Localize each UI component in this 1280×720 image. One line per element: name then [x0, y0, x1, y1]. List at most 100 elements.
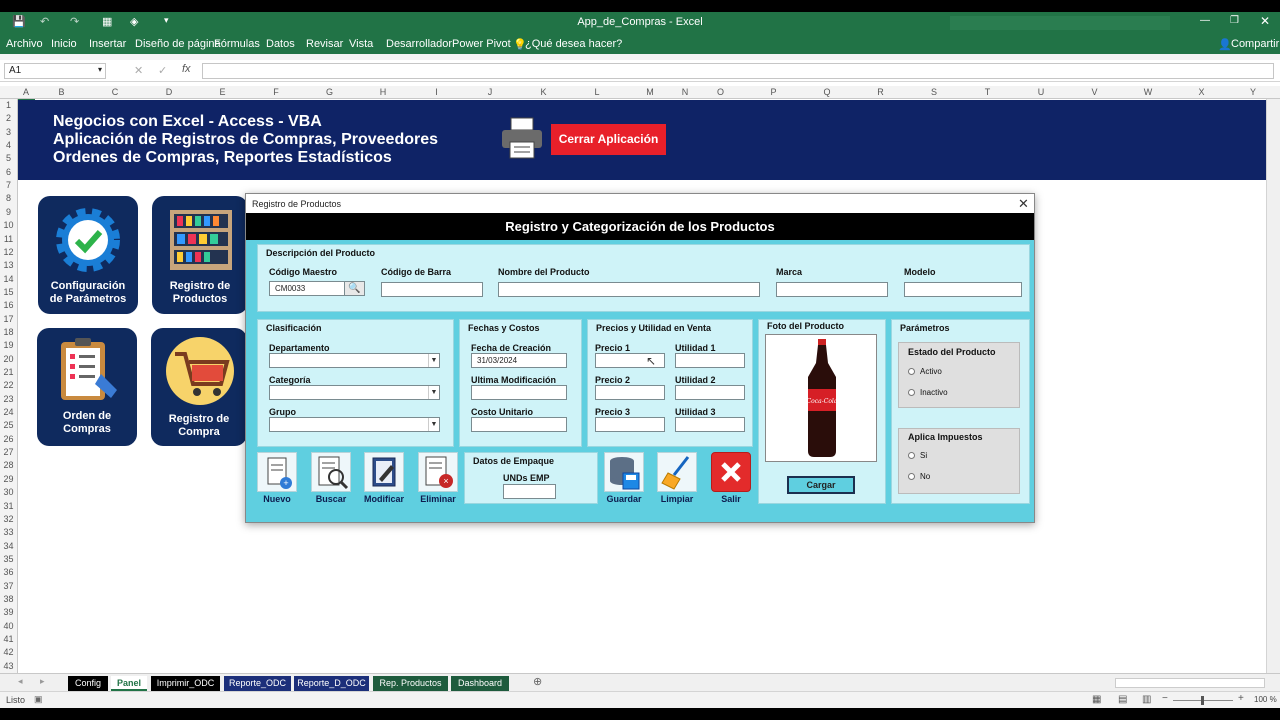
zoom-out-icon[interactable]: −: [1162, 693, 1168, 704]
row-header[interactable]: 21: [0, 367, 17, 377]
insert-function-icon[interactable]: fx: [182, 63, 191, 75]
row-header[interactable]: 20: [0, 354, 17, 364]
column-header[interactable]: C: [88, 87, 142, 97]
column-header[interactable]: H: [356, 87, 410, 97]
tab-desarrollador[interactable]: Desarrollador: [386, 38, 452, 50]
row-header[interactable]: 35: [0, 554, 17, 564]
column-header[interactable]: D: [142, 87, 196, 97]
precio-2-input[interactable]: [595, 385, 665, 400]
row-header[interactable]: 27: [0, 447, 17, 457]
formula-input[interactable]: [202, 63, 1274, 79]
normal-view-icon[interactable]: ▦: [1092, 694, 1101, 705]
column-header[interactable]: W: [1121, 87, 1175, 97]
row-header[interactable]: 1: [0, 100, 17, 110]
fecha-creacion-input[interactable]: 31/03/2024: [471, 353, 567, 368]
column-header[interactable]: Q: [800, 87, 854, 97]
row-header[interactable]: 4: [0, 140, 17, 150]
tab-revisar[interactable]: Revisar: [306, 38, 343, 50]
si-radio[interactable]: Si: [908, 451, 927, 460]
row-header[interactable]: 38: [0, 594, 17, 604]
column-header[interactable]: K: [517, 87, 570, 97]
sheet-tab-rep-productos[interactable]: Rep. Productos: [373, 676, 448, 691]
row-header[interactable]: 22: [0, 380, 17, 390]
chevron-down-icon[interactable]: ▾: [98, 65, 102, 74]
row-header[interactable]: 26: [0, 434, 17, 444]
row-header[interactable]: 23: [0, 394, 17, 404]
row-header[interactable]: 3: [0, 127, 17, 137]
sheet-tab-imprimir-odc[interactable]: Imprimir_ODC: [151, 676, 220, 691]
tab-power-pivot[interactable]: Power Pivot: [452, 38, 511, 50]
sheet-tab-config[interactable]: Config: [68, 676, 108, 691]
sheet-tab-dashboard[interactable]: Dashboard: [451, 676, 509, 691]
row-header[interactable]: 5: [0, 153, 17, 163]
vertical-scrollbar[interactable]: [1266, 99, 1280, 673]
unds-emp-input[interactable]: [503, 484, 556, 499]
column-header[interactable]: M: [624, 87, 676, 97]
utilidad-2-input[interactable]: [675, 385, 745, 400]
nuevo-button[interactable]: + Nuevo: [255, 452, 299, 507]
column-header[interactable]: Y: [1228, 87, 1278, 97]
buscar-button[interactable]: Buscar: [309, 452, 353, 507]
row-header[interactable]: 14: [0, 274, 17, 284]
tab-datos[interactable]: Datos: [266, 38, 295, 50]
guardar-button[interactable]: Guardar: [602, 452, 646, 507]
column-header[interactable]: X: [1175, 87, 1228, 97]
minimize-icon[interactable]: —: [1200, 15, 1210, 26]
tab-insertar[interactable]: Insertar: [89, 38, 126, 50]
row-header[interactable]: 33: [0, 527, 17, 537]
precio-3-input[interactable]: [595, 417, 665, 432]
column-header[interactable]: I: [410, 87, 463, 97]
printer-icon[interactable]: [500, 116, 544, 160]
column-header[interactable]: R: [854, 87, 907, 97]
utilidad-1-input[interactable]: [675, 353, 745, 368]
column-header[interactable]: O: [694, 87, 747, 97]
row-header[interactable]: 16: [0, 300, 17, 310]
sheet-tab-panel[interactable]: Panel: [111, 676, 147, 691]
tell-me-search[interactable]: ¿Qué desea hacer?: [525, 38, 622, 50]
row-header[interactable]: 6: [0, 167, 17, 177]
chevron-down-icon[interactable]: ▼: [428, 386, 439, 399]
row-header[interactable]: 36: [0, 567, 17, 577]
macro-record-icon[interactable]: ▣: [34, 694, 43, 705]
sheet-tab-reporte-odc[interactable]: Reporte_ODC: [224, 676, 291, 691]
column-header[interactable]: J: [463, 87, 517, 97]
limpiar-button[interactable]: Limpiar: [655, 452, 699, 507]
categoria-select[interactable]: ▼: [269, 385, 440, 400]
share-button[interactable]: Compartir: [1231, 38, 1279, 50]
add-sheet-icon[interactable]: ⊕: [533, 675, 542, 688]
chevron-down-icon[interactable]: ▼: [428, 418, 439, 431]
row-header[interactable]: 41: [0, 634, 17, 644]
inactivo-radio[interactable]: Inactivo: [908, 388, 948, 397]
codigo-barra-input[interactable]: [381, 282, 483, 297]
column-header[interactable]: B: [35, 87, 88, 97]
page-layout-icon[interactable]: ▤: [1118, 694, 1127, 705]
orden-compras-button[interactable]: Orden de Compras: [37, 328, 137, 446]
row-header[interactable]: 2: [0, 113, 17, 123]
zoom-in-icon[interactable]: +: [1238, 693, 1244, 704]
row-header[interactable]: 34: [0, 541, 17, 551]
row-header[interactable]: 30: [0, 487, 17, 497]
nombre-producto-input[interactable]: [498, 282, 760, 297]
utilidad-3-input[interactable]: [675, 417, 745, 432]
chevron-down-icon[interactable]: ▼: [428, 354, 439, 367]
restore-icon[interactable]: ❐: [1230, 15, 1239, 26]
column-header[interactable]: S: [907, 87, 961, 97]
scroll-right-icon[interactable]: ▸: [40, 676, 45, 687]
row-header[interactable]: 39: [0, 607, 17, 617]
tab-inicio[interactable]: Inicio: [51, 38, 77, 50]
column-header[interactable]: G: [303, 87, 356, 97]
row-header[interactable]: 43: [0, 661, 17, 671]
scroll-left-icon[interactable]: ◂: [18, 676, 23, 687]
row-header[interactable]: 42: [0, 647, 17, 657]
costo-unitario-input[interactable]: [471, 417, 567, 432]
row-header[interactable]: 9: [0, 207, 17, 217]
tab-diseno-pagina[interactable]: Diseño de página: [135, 38, 221, 50]
page-break-icon[interactable]: ▥: [1142, 694, 1151, 705]
marca-input[interactable]: [776, 282, 888, 297]
column-header[interactable]: E: [196, 87, 249, 97]
row-header[interactable]: 13: [0, 260, 17, 270]
column-header[interactable]: A: [18, 87, 34, 97]
close-app-button[interactable]: Cerrar Aplicación: [551, 124, 666, 155]
column-header[interactable]: N: [676, 87, 694, 97]
activo-radio[interactable]: Activo: [908, 367, 942, 376]
